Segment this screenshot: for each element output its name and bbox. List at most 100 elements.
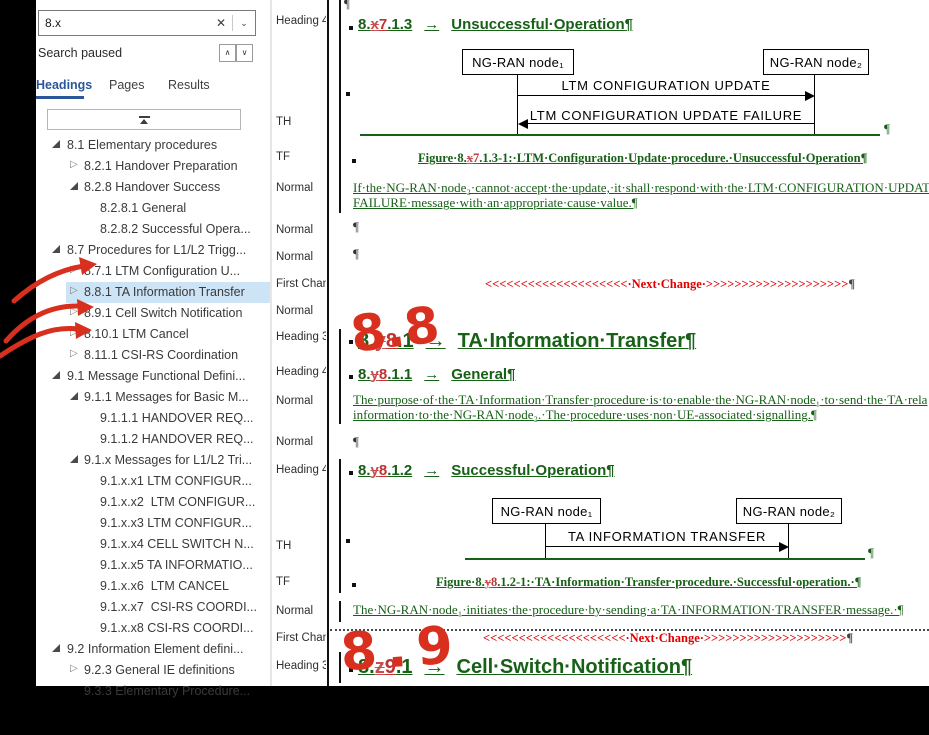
tree-item-label: 9.1.1.2 HANDOVER REQ... <box>100 429 254 450</box>
tree-item[interactable]: 8.2.8.2 Successful Opera... <box>36 219 270 240</box>
pane-separator <box>270 0 272 686</box>
expand-icon[interactable]: ▷ <box>70 328 78 338</box>
style-area-separator[interactable] <box>327 0 329 686</box>
search-box[interactable]: ✕ ⌄ <box>38 10 256 36</box>
tree-item[interactable]: 9.1.x Messages for L1/L2 Tri... <box>36 450 270 471</box>
next-change-separator[interactable]: <<<<<<<<<<<<<<<<<<<<·Next·Change·>>>>>>>… <box>485 277 855 292</box>
tree-item[interactable]: 9.1.x.x2 LTM CONFIGUR... <box>36 492 270 513</box>
paragraph-properties-marker <box>349 375 353 379</box>
expand-icon[interactable]: ▷ <box>70 664 78 674</box>
jump-to-top-button[interactable] <box>47 109 241 130</box>
tree-item[interactable]: 9.1 Message Functional Defini... <box>36 366 270 387</box>
empty-paragraph-mark[interactable]: ¶ <box>353 246 359 262</box>
figure-caption-2[interactable]: Figure·8.y8.1.2-1:·TA·Information·Transf… <box>436 575 861 590</box>
heading-successful-operation[interactable]: 8.y8.1.2→Successful·Operation¶ <box>358 462 615 479</box>
expand-icon[interactable]: ▷ <box>70 265 78 275</box>
clear-search-icon[interactable]: ✕ <box>210 16 232 30</box>
message-arrow-line <box>517 95 811 96</box>
style-area-label: Normal <box>276 436 313 448</box>
tree-item-label: 8.2.8.2 Successful Opera... <box>100 219 251 240</box>
style-area-label: Heading 4 <box>276 366 326 378</box>
inserted-figure-underline <box>360 134 880 136</box>
expand-icon[interactable]: ▷ <box>70 349 78 359</box>
tab-results[interactable]: Results <box>168 78 210 92</box>
tree-item-label: 8.1 Elementary procedures <box>67 135 217 156</box>
tree-item[interactable]: ▷ 8.9.1 Cell Switch Notification <box>36 303 270 324</box>
tree-item[interactable]: ▷ 8.7.1 LTM Configuration U... <box>36 261 270 282</box>
expand-icon[interactable] <box>52 371 60 379</box>
expand-icon[interactable]: ▷ <box>70 160 78 170</box>
paragraph-properties-marker <box>349 340 353 344</box>
tree-item[interactable]: ▷ 8.10.1 LTM Cancel <box>36 324 270 345</box>
figure-node1-box: NG-RAN node₁ <box>492 498 601 524</box>
next-result-button[interactable]: ∨ <box>236 44 253 62</box>
expand-icon[interactable] <box>52 245 60 253</box>
figure-message-1: LTM CONFIGURATION UPDATE <box>520 78 812 93</box>
expand-icon[interactable]: ▷ <box>70 286 78 296</box>
paragraph-properties-marker <box>346 92 350 96</box>
tree-item[interactable]: 8.1 Elementary procedures <box>36 135 270 156</box>
empty-paragraph-mark[interactable]: ¶ <box>353 434 359 450</box>
tree-item[interactable]: 9.1.x.x3 LTM CONFIGUR... <box>36 513 270 534</box>
heading-general[interactable]: 8.y8.1.1→General¶ <box>358 366 515 383</box>
tree-item[interactable]: 8.2.8 Handover Success <box>36 177 270 198</box>
tree-item-label: 8.7.1 LTM Configuration U... <box>84 261 240 282</box>
expand-icon[interactable] <box>70 182 78 190</box>
style-area-label: First Chang <box>276 632 326 644</box>
tree-item[interactable]: 9.1.x.x8 CSI-RS COORDI... <box>36 618 270 639</box>
body-paragraph-line[interactable]: If·the·NG-RAN·node₂·cannot·accept·the·up… <box>353 180 929 196</box>
tree-item[interactable]: 9.1.x.x5 TA INFORMATIO... <box>36 555 270 576</box>
tree-item[interactable]: 9.1.1.1 HANDOVER REQ... <box>36 408 270 429</box>
change-bar <box>339 652 341 683</box>
tree-item[interactable]: ▷ 8.11.1 CSI-RS Coordination <box>36 345 270 366</box>
tab-mark: → <box>412 16 451 33</box>
style-area-label: Heading 3 <box>276 331 326 343</box>
body-paragraph-line[interactable]: The·NG-RAN·node₁·initiates·the·procedure… <box>353 602 904 618</box>
empty-paragraph-mark[interactable]: ¶ <box>353 219 359 235</box>
jump-to-top-icon <box>139 116 150 118</box>
previous-result-button[interactable]: ∧ <box>219 44 236 62</box>
tree-item-label: 8.2.8.1 General <box>100 198 186 219</box>
body-paragraph-line[interactable]: information·to·the·NG-RAN·node₂.·The·pro… <box>353 407 817 423</box>
change-bar <box>339 0 341 213</box>
tree-item[interactable]: 9.2 Information Element defini... <box>36 639 270 660</box>
heading-unsuccessful-operation[interactable]: 8.x7.1.3→Unsuccessful·Operation¶ <box>358 16 633 33</box>
expand-icon[interactable]: ▷ <box>70 307 78 317</box>
tree-item[interactable]: 8.2.8.1 General <box>36 198 270 219</box>
next-change-separator[interactable]: <<<<<<<<<<<<<<<<<<<<·Next·Change·>>>>>>>… <box>483 631 853 646</box>
figure-caption-1[interactable]: Figure·8.x7.1.3-1:·LTM·Configuration·Upd… <box>418 151 867 166</box>
paragraph-mark: ¶ <box>868 545 874 561</box>
tree-item[interactable]: 9.3.3 Elementary Procedure... <box>36 681 270 702</box>
paragraph-mark: ¶ <box>884 121 890 137</box>
search-options-chevron-icon[interactable]: ⌄ <box>233 18 255 29</box>
tree-item[interactable]: ▷ 8.8.1 TA Information Transfer <box>36 282 270 303</box>
body-paragraph-line[interactable]: FAILURE·message·with·an·appropriate·caus… <box>353 195 638 211</box>
expand-icon[interactable] <box>70 455 78 463</box>
tree-item-label: 9.1.x.x8 CSI-RS COORDI... <box>100 618 254 639</box>
tree-item-label: 9.1.x.x7 CSI-RS COORDI... <box>100 597 257 618</box>
tree-item[interactable]: 9.1.x.x7 CSI-RS COORDI... <box>36 597 270 618</box>
tree-item[interactable]: ▷ 9.2.3 General IE definitions <box>36 660 270 681</box>
expand-icon[interactable] <box>52 644 60 652</box>
tree-item[interactable]: 9.1.x.x1 LTM CONFIGUR... <box>36 471 270 492</box>
heading-cell-switch-notification[interactable]: 8.z9.1→Cell·Switch·Notification¶ <box>358 656 692 679</box>
paragraph-properties-marker <box>349 26 353 30</box>
expand-icon[interactable] <box>70 392 78 400</box>
style-area-label: First Chang <box>276 278 326 290</box>
expand-icon[interactable] <box>52 140 60 148</box>
tree-item[interactable]: 9.1.x.x4 CELL SWITCH N... <box>36 534 270 555</box>
tab-headings[interactable]: Headings <box>36 78 92 92</box>
tree-item[interactable]: 8.7 Procedures for L1/L2 Trigg... <box>36 240 270 261</box>
body-paragraph-line[interactable]: The·purpose·of·the·TA·Information·Transf… <box>353 392 927 408</box>
tree-item[interactable]: 9.1.x.x6 LTM CANCEL <box>36 576 270 597</box>
tree-item[interactable]: 9.1.1.2 HANDOVER REQ... <box>36 429 270 450</box>
tree-item[interactable]: ▷ 8.2.1 Handover Preparation <box>36 156 270 177</box>
tab-pages[interactable]: Pages <box>109 78 144 92</box>
tree-item[interactable]: 9.1.1 Messages for Basic M... <box>36 387 270 408</box>
inserted-figure-underline <box>465 558 865 560</box>
heading-ta-information-transfer[interactable]: 8.y8.1→TA·Information·Transfer¶ <box>358 330 696 353</box>
message-arrow-line <box>545 546 785 547</box>
search-input[interactable] <box>39 16 210 30</box>
tree-item-label: 9.1 Message Functional Defini... <box>67 366 246 387</box>
style-area-label: Normal <box>276 395 313 407</box>
